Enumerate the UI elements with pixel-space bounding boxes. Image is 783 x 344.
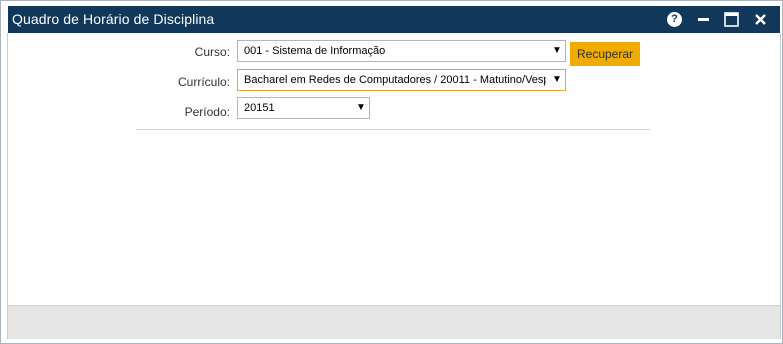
recuperar-button[interactable]: Recuperar	[570, 42, 640, 66]
help-button[interactable]: ?	[665, 10, 684, 29]
window-title: Quadro de Horário de Disciplina	[12, 11, 215, 27]
chevron-down-icon: ▼	[549, 44, 565, 58]
curriculo-label: Currículo:	[177, 75, 230, 89]
chevron-down-icon: ▼	[353, 101, 369, 115]
periodo-select[interactable]: 20151 ▼	[237, 97, 370, 119]
minimize-button[interactable]	[694, 10, 713, 29]
help-icon: ?	[667, 12, 682, 27]
curso-select[interactable]: 001 - Sistema de Informação ▼	[237, 40, 566, 62]
curriculo-value: Bacharel em Redes de Computadores / 2001…	[244, 74, 546, 86]
maximize-icon	[724, 12, 739, 27]
close-button[interactable]	[751, 10, 770, 29]
maximize-button[interactable]	[722, 10, 741, 29]
periodo-label: Período:	[184, 105, 230, 119]
chevron-down-icon: ▼	[549, 73, 565, 87]
title-bar[interactable]: Quadro de Horário de Disciplina ?	[8, 6, 780, 33]
window-right-border	[780, 33, 781, 339]
minimize-icon	[698, 18, 709, 21]
curso-label: Curso:	[194, 45, 230, 59]
form-divider	[136, 129, 650, 130]
footer-bar	[8, 305, 780, 339]
curriculo-select[interactable]: Bacharel em Redes de Computadores / 2001…	[237, 69, 566, 91]
periodo-value: 20151	[244, 102, 275, 114]
close-icon	[755, 14, 766, 25]
curso-value: 001 - Sistema de Informação	[244, 45, 386, 57]
